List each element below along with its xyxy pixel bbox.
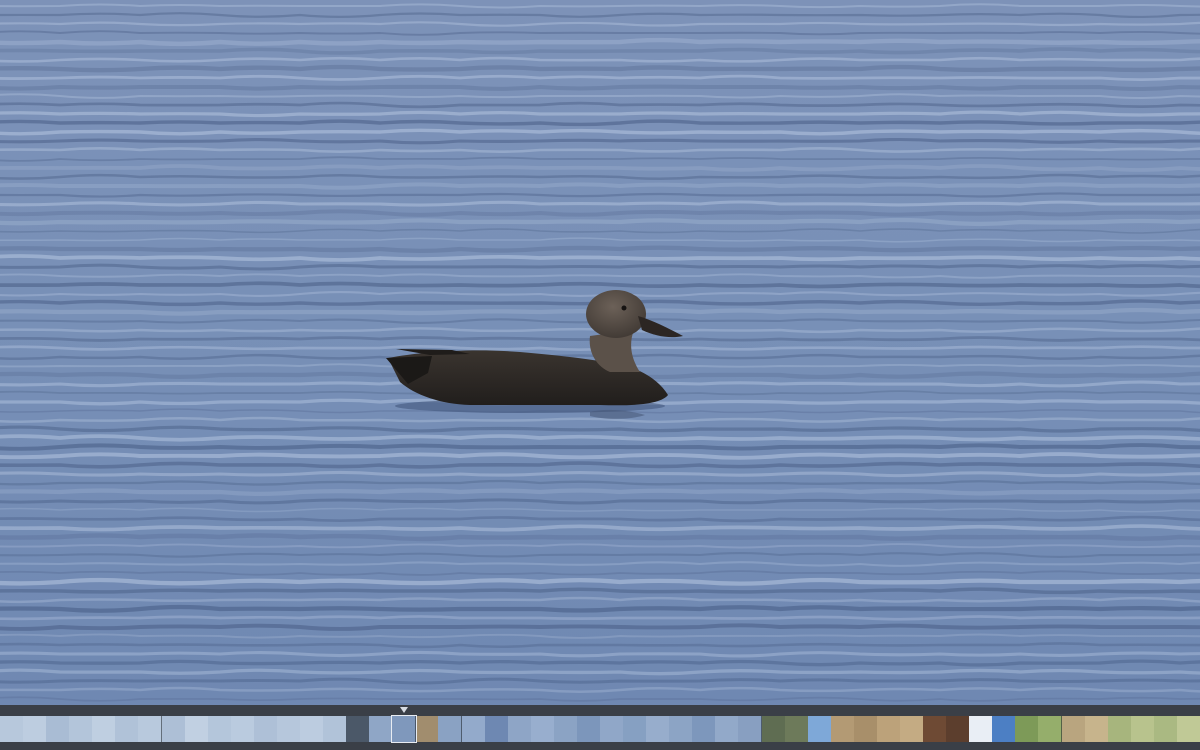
filmstrip-thumbnail-water[interactable] (369, 716, 394, 742)
filmstrip-thumbnail-water[interactable] (300, 716, 324, 742)
ripple-line (0, 217, 1200, 227)
filmstrip-thumbnail-field[interactable] (900, 716, 924, 742)
filmstrip-thumbnail-water[interactable] (553, 716, 578, 742)
filmstrip-thumbnail-water[interactable] (276, 716, 301, 742)
filmstrip-thumbnail-sky[interactable] (807, 716, 832, 742)
filmstrip-thumbnail-grass[interactable] (1015, 716, 1040, 742)
filmstrip-thumbnail-grass[interactable] (1153, 716, 1178, 742)
filmstrip-thumbnail-field[interactable] (876, 716, 901, 742)
duck-photo (0, 0, 1200, 705)
filmstrip-thumbnail-sky[interactable] (992, 716, 1017, 742)
duck-head (586, 290, 646, 338)
filmstrip-thumbnail-water[interactable] (600, 716, 624, 742)
filmstrip-thumbnail-sky[interactable] (969, 716, 994, 742)
filmstrip-thumbnail-water[interactable] (507, 716, 532, 742)
filmstrip-thumbnail-trunk[interactable] (923, 716, 948, 742)
ripple-line (0, 110, 1200, 118)
filmstrip-thumbnail-trees[interactable] (784, 716, 809, 742)
filmstrip-thumbnail-grass[interactable] (1038, 716, 1063, 742)
filmstrip-thumbnail-water[interactable] (738, 716, 763, 742)
filmstrip-thumbnail-water[interactable] (323, 716, 348, 742)
filmstrip-thumbnail-trunk[interactable] (946, 716, 971, 742)
filmstrip-thumbnail-water[interactable] (623, 716, 648, 742)
filmstrip-thumbnail-field[interactable] (1084, 716, 1109, 742)
filmstrip-thumbnail-field[interactable] (830, 716, 855, 742)
ripple-line (0, 47, 1200, 55)
filmstrip-thumbnail-water[interactable] (715, 716, 740, 742)
duck-eye (621, 305, 627, 311)
filmstrip-thumbnail-water[interactable] (92, 716, 117, 742)
filmstrip-thumbnail-water[interactable] (576, 716, 601, 742)
filmstrip-thumbnail-water[interactable] (253, 716, 278, 742)
filmstrip-thumbnail-water[interactable] (669, 716, 694, 742)
filmstrip-thumbnail-field[interactable] (853, 716, 878, 742)
filmstrip-thumbnail-water[interactable] (484, 716, 509, 742)
filmstrip-thumbnail-water[interactable] (184, 716, 209, 742)
filmstrip-thumbnail-water[interactable] (138, 716, 163, 742)
filmstrip-thumbnail-water[interactable] (23, 716, 48, 742)
filmstrip-thumbnail-water[interactable] (438, 716, 463, 742)
filmstrip-thumbnail-water[interactable] (0, 716, 24, 742)
photo-display[interactable] (0, 0, 1200, 705)
filmstrip-thumbnail-water[interactable] (161, 716, 186, 742)
filmstrip-thumbnail-water[interactable] (461, 716, 486, 742)
filmstrip-thumbnail-water[interactable] (207, 716, 232, 742)
filmstrip-thumbnail-water[interactable] (530, 716, 555, 742)
filmstrip-thumbnail-water[interactable] (692, 716, 717, 742)
filmstrip-thumbnail-water[interactable] (391, 715, 418, 743)
filmstrip-thumbnail-grass[interactable] (1130, 716, 1155, 742)
filmstrip-thumbnail-grass[interactable] (1107, 716, 1132, 742)
current-position-marker (399, 707, 408, 713)
filmstrip-thumbnail-water[interactable] (46, 716, 71, 742)
filmstrip-thumbnail-water[interactable] (230, 716, 255, 742)
filmstrip-thumbnail-grass[interactable] (1176, 716, 1200, 742)
ripple-line (0, 84, 1200, 91)
filmstrip-thumbnail-bird[interactable] (346, 716, 371, 742)
filmstrip-thumbnail-water[interactable] (69, 716, 94, 742)
filmstrip-thumbnail-water[interactable] (646, 716, 671, 742)
ripple-line (0, 64, 1200, 73)
filmstrip-thumbnail-trees[interactable] (761, 716, 786, 742)
image-viewer (0, 0, 1200, 750)
filmstrip-track (0, 715, 1200, 749)
filmstrip-thumbnail-water[interactable] (115, 716, 140, 742)
filmstrip-thumbnail-field[interactable] (1061, 716, 1086, 742)
filmstrip-thumbnail-shore[interactable] (415, 716, 440, 742)
filmstrip (0, 705, 1200, 750)
